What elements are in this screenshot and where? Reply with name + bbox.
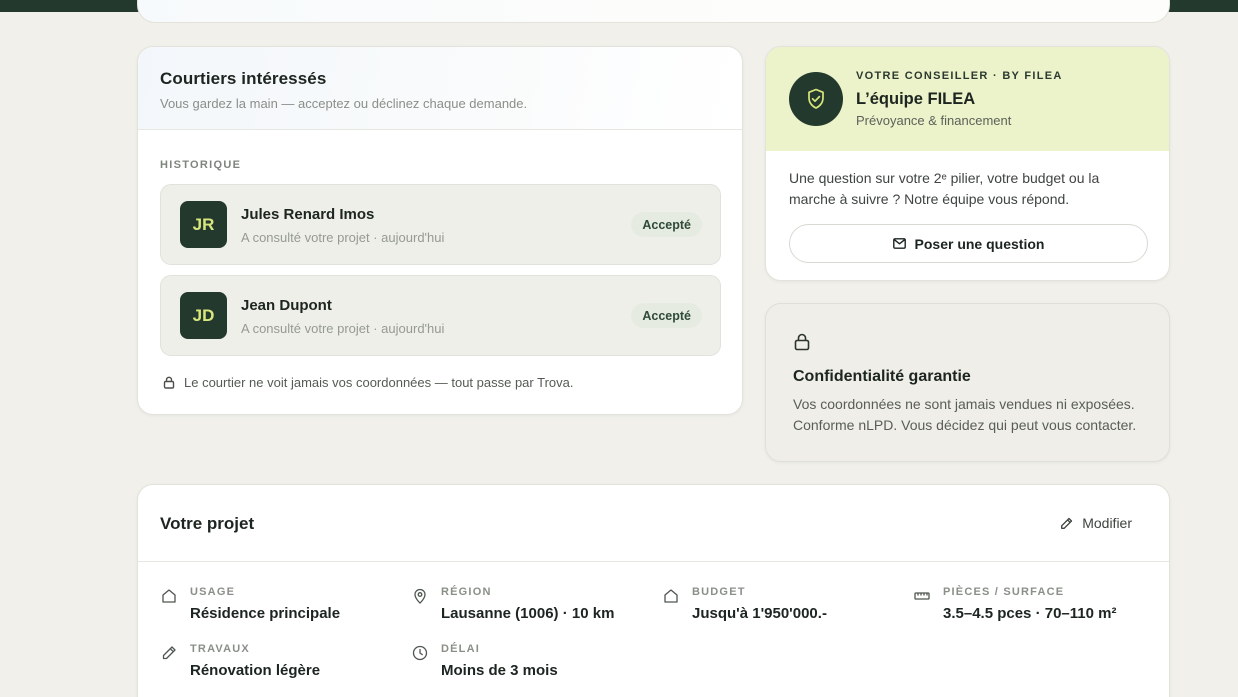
advisor-card: VOTRE CONSEILLER · BY FILEA L’équipe FIL…	[765, 46, 1170, 281]
privacy-text: Vos coordonnées ne sont jamais vendues n…	[793, 396, 1137, 433]
project-card: Votre projet Modifier USAGE Résidence pr…	[137, 484, 1170, 697]
fact-value: Moins de 3 mois	[441, 662, 558, 679]
lock-icon	[163, 376, 175, 389]
ruler-icon	[914, 592, 930, 600]
broker-meta: A consulté votre projet · aujourd'hui	[241, 230, 445, 245]
ask-question-label: Poser une question	[914, 235, 1045, 252]
project-header: Votre projet Modifier	[138, 485, 1169, 562]
ask-question-button[interactable]: Poser une question	[789, 224, 1148, 263]
avatar: JD	[180, 292, 227, 339]
brokers-card: Courtiers intéressés Vous gardez la main…	[137, 46, 743, 415]
previous-card	[137, 0, 1170, 23]
broker-meta: A consulté votre projet · aujourd'hui	[241, 321, 445, 336]
advisor-header: VOTRE CONSEILLER · BY FILEA L’équipe FIL…	[766, 47, 1169, 151]
advisor-avatar	[789, 72, 843, 126]
fact-label: BUDGET	[692, 586, 746, 598]
fact-value: Lausanne (1006) · 10 km	[441, 605, 615, 622]
edit-project-button[interactable]: Modifier	[1060, 515, 1132, 531]
clock-icon	[412, 645, 428, 661]
fact-value: Résidence principale	[190, 605, 341, 622]
broker-item[interactable]: JR Jules Renard Imos A consulté votre pr…	[160, 184, 721, 265]
fact-label: DÉLAI	[441, 643, 480, 655]
edit-project-label: Modifier	[1082, 515, 1132, 531]
brokers-card-header: Courtiers intéressés Vous gardez la main…	[138, 47, 742, 130]
pencil-icon	[162, 646, 176, 660]
home-icon	[162, 589, 176, 603]
brokers-card-subtitle: Vous gardez la main — acceptez ou déclin…	[160, 96, 528, 111]
fact-label: PIÈCES / SURFACE	[943, 586, 1065, 598]
privacy-note: Le courtier ne voit jamais vos coordonné…	[163, 375, 573, 390]
advisor-kicker: VOTRE CONSEILLER · BY FILEA	[856, 70, 1063, 82]
avatar: JR	[180, 201, 227, 248]
project-title: Votre projet	[160, 514, 255, 533]
status-badge: Accepté	[631, 303, 702, 328]
privacy-title: Confidentialité garantie	[793, 368, 971, 385]
shield-check-icon	[808, 88, 824, 109]
advisor-role: Prévoyance & financement	[856, 113, 1012, 128]
fact-label: USAGE	[190, 586, 236, 598]
status-badge: Accepté	[631, 212, 702, 237]
home-icon	[664, 589, 678, 603]
mail-icon	[892, 238, 906, 249]
privacy-note-text: Le courtier ne voit jamais vos coordonné…	[184, 375, 574, 390]
broker-item[interactable]: JD Jean Dupont A consulté votre projet ·…	[160, 275, 721, 356]
fact-label: TRAVAUX	[190, 643, 250, 655]
lock-icon	[794, 333, 810, 351]
broker-name: Jules Renard Imos	[241, 206, 375, 223]
brokers-card-title: Courtiers intéressés	[160, 69, 327, 88]
advisor-text: Une question sur votre 2ᵉ pilier, votre …	[789, 170, 1100, 207]
fact-value: Rénovation légère	[190, 662, 321, 679]
fact-value: 3.5–4.5 pces · 70–110 m²	[943, 605, 1117, 622]
fact-label: RÉGION	[441, 586, 492, 598]
fact-value: Jusqu'à 1'950'000.-	[692, 605, 827, 622]
history-section-label: HISTORIQUE	[160, 159, 242, 171]
broker-name: Jean Dupont	[241, 297, 332, 314]
advisor-name: L’équipe FILEA	[856, 90, 976, 108]
map-pin-icon	[414, 588, 426, 604]
privacy-card: Confidentialité garantie Vos coordonnées…	[765, 303, 1170, 462]
pencil-icon	[1061, 517, 1073, 529]
